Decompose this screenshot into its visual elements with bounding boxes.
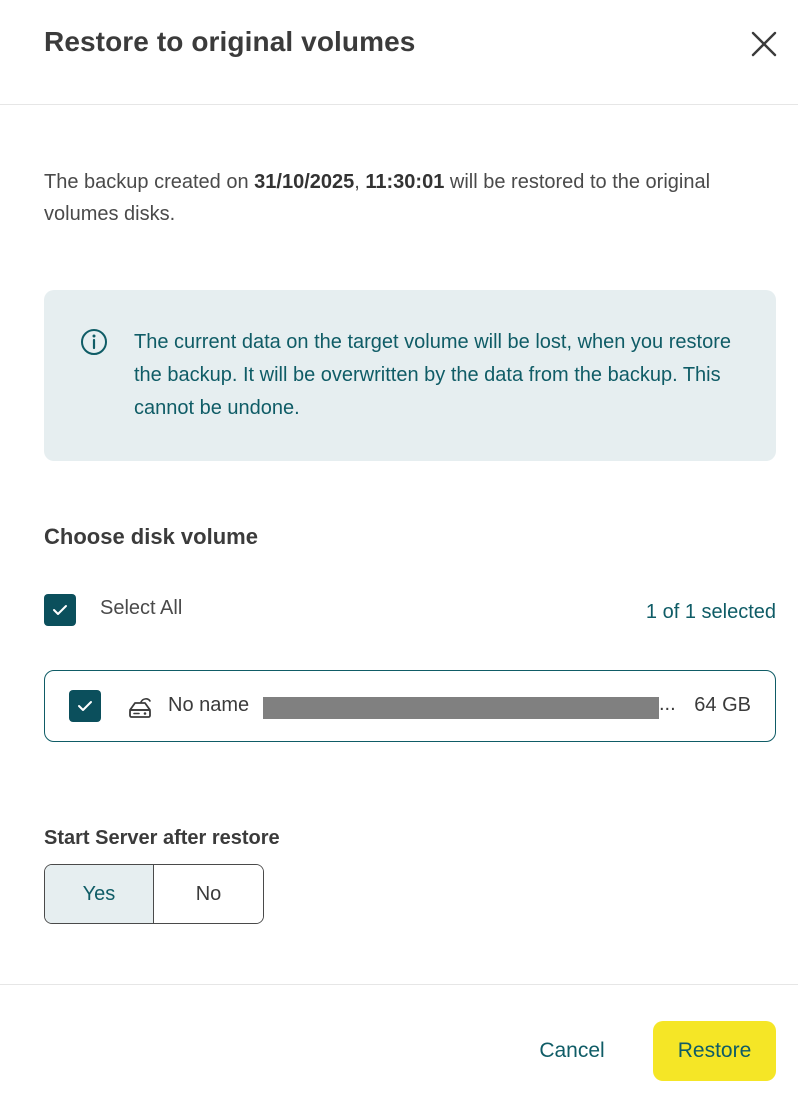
checkmark-icon — [53, 605, 67, 615]
start-server-label: Start Server after restore — [44, 827, 280, 849]
restore-button[interactable]: Restore — [653, 1021, 776, 1081]
warning-text: The current data on the target volume wi… — [134, 331, 731, 419]
select-all-checkbox[interactable] — [44, 594, 76, 626]
checkmark-icon — [78, 701, 92, 711]
start-server-no-option[interactable]: No — [154, 865, 263, 923]
backup-time: 11:30:01 — [365, 171, 445, 193]
restore-description: The backup created on 31/10/2025, 11:30:… — [44, 166, 784, 230]
info-icon — [81, 329, 107, 355]
warning-info-box: The current data on the target volume wi… — [44, 290, 776, 461]
selected-count: 1 of 1 selected — [645, 601, 776, 623]
select-all-label[interactable]: Select All — [100, 597, 182, 620]
volume-size: 64 GB — [694, 694, 751, 716]
backup-date: 31/10/2025 — [254, 171, 355, 193]
volume-name-ellipsis: ... — [659, 693, 676, 715]
start-server-yes-option[interactable]: Yes — [45, 865, 154, 923]
start-server-toggle: Yes No — [44, 864, 264, 924]
disk-icon — [129, 698, 151, 718]
description-comma: , — [354, 171, 366, 193]
cancel-button[interactable]: Cancel — [514, 1021, 630, 1081]
close-button[interactable] — [746, 26, 782, 62]
description-prefix: The backup created on — [44, 171, 255, 193]
choose-volume-heading: Choose disk volume — [44, 524, 258, 549]
volume-row[interactable]: No name ... 64 GB — [44, 670, 776, 742]
close-icon — [751, 31, 777, 57]
redacted-volume-id — [263, 697, 659, 719]
dialog-title: Restore to original volumes — [44, 26, 416, 57]
volume-name: No name — [168, 694, 250, 716]
dialog-footer: Cancel Restore — [0, 984, 798, 1100]
dialog-header: Restore to original volumes — [0, 0, 798, 105]
volume-checkbox[interactable] — [69, 690, 101, 722]
